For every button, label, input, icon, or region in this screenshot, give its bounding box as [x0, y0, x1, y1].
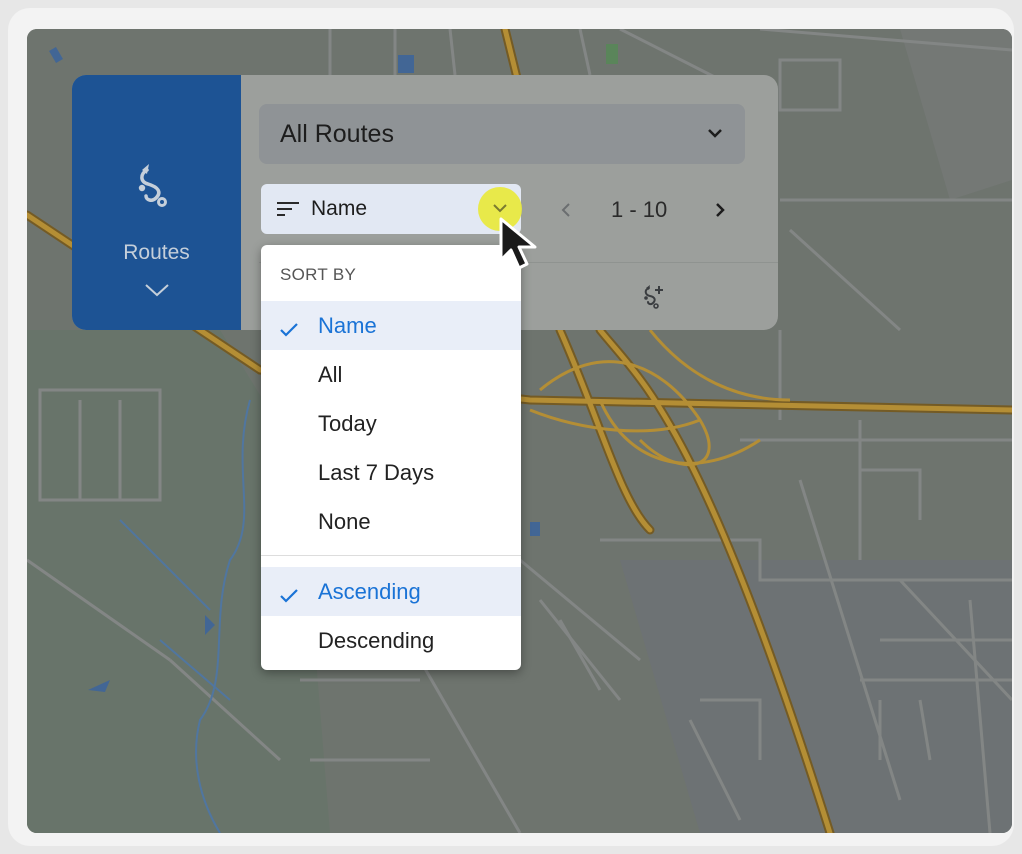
sort-option-label: Today — [318, 411, 377, 436]
sort-order-label: Ascending — [318, 579, 421, 604]
checkmark-icon — [279, 318, 299, 344]
sort-option-all[interactable]: All — [261, 350, 521, 399]
mouse-pointer-icon — [497, 216, 543, 277]
sort-option-name[interactable]: Name — [261, 301, 521, 350]
chevron-down-icon — [707, 126, 723, 144]
sort-option-label: Last 7 Days — [318, 460, 435, 485]
route-filter-select[interactable]: All Routes — [259, 104, 745, 164]
sort-option-last-7-days[interactable]: Last 7 Days — [261, 448, 521, 497]
sort-option-none[interactable]: None — [261, 497, 521, 546]
sort-order-descending[interactable]: Descending — [261, 616, 521, 665]
sort-order-ascending[interactable]: Ascending — [261, 567, 521, 616]
sort-order-label: Descending — [318, 628, 435, 653]
sort-option-label: All — [318, 362, 343, 387]
sort-by-header: SORT BY — [280, 265, 357, 284]
sort-option-label: Name — [318, 313, 377, 338]
sort-current-label: Name — [311, 197, 368, 220]
chevron-down-icon[interactable] — [144, 283, 170, 302]
sort-option-today[interactable]: Today — [261, 399, 521, 448]
routes-sidebar-tab[interactable]: Routes — [72, 75, 241, 330]
routes-tab-label: Routes — [123, 241, 190, 264]
route-icon — [132, 162, 180, 215]
route-filter-value: All Routes — [280, 120, 394, 148]
dropdown-divider — [261, 555, 521, 556]
sort-option-label: None — [318, 509, 371, 534]
chevron-right-icon[interactable] — [714, 201, 726, 224]
sort-dropdown-menu: SORT BY Name All Today Last 7 Days None … — [261, 245, 521, 670]
checkmark-icon — [279, 584, 299, 610]
pagination-range: 1 - 10 — [611, 197, 668, 222]
chevron-left-icon[interactable] — [560, 201, 572, 224]
sort-lines-icon — [277, 201, 299, 222]
route-add-icon[interactable] — [640, 283, 666, 314]
